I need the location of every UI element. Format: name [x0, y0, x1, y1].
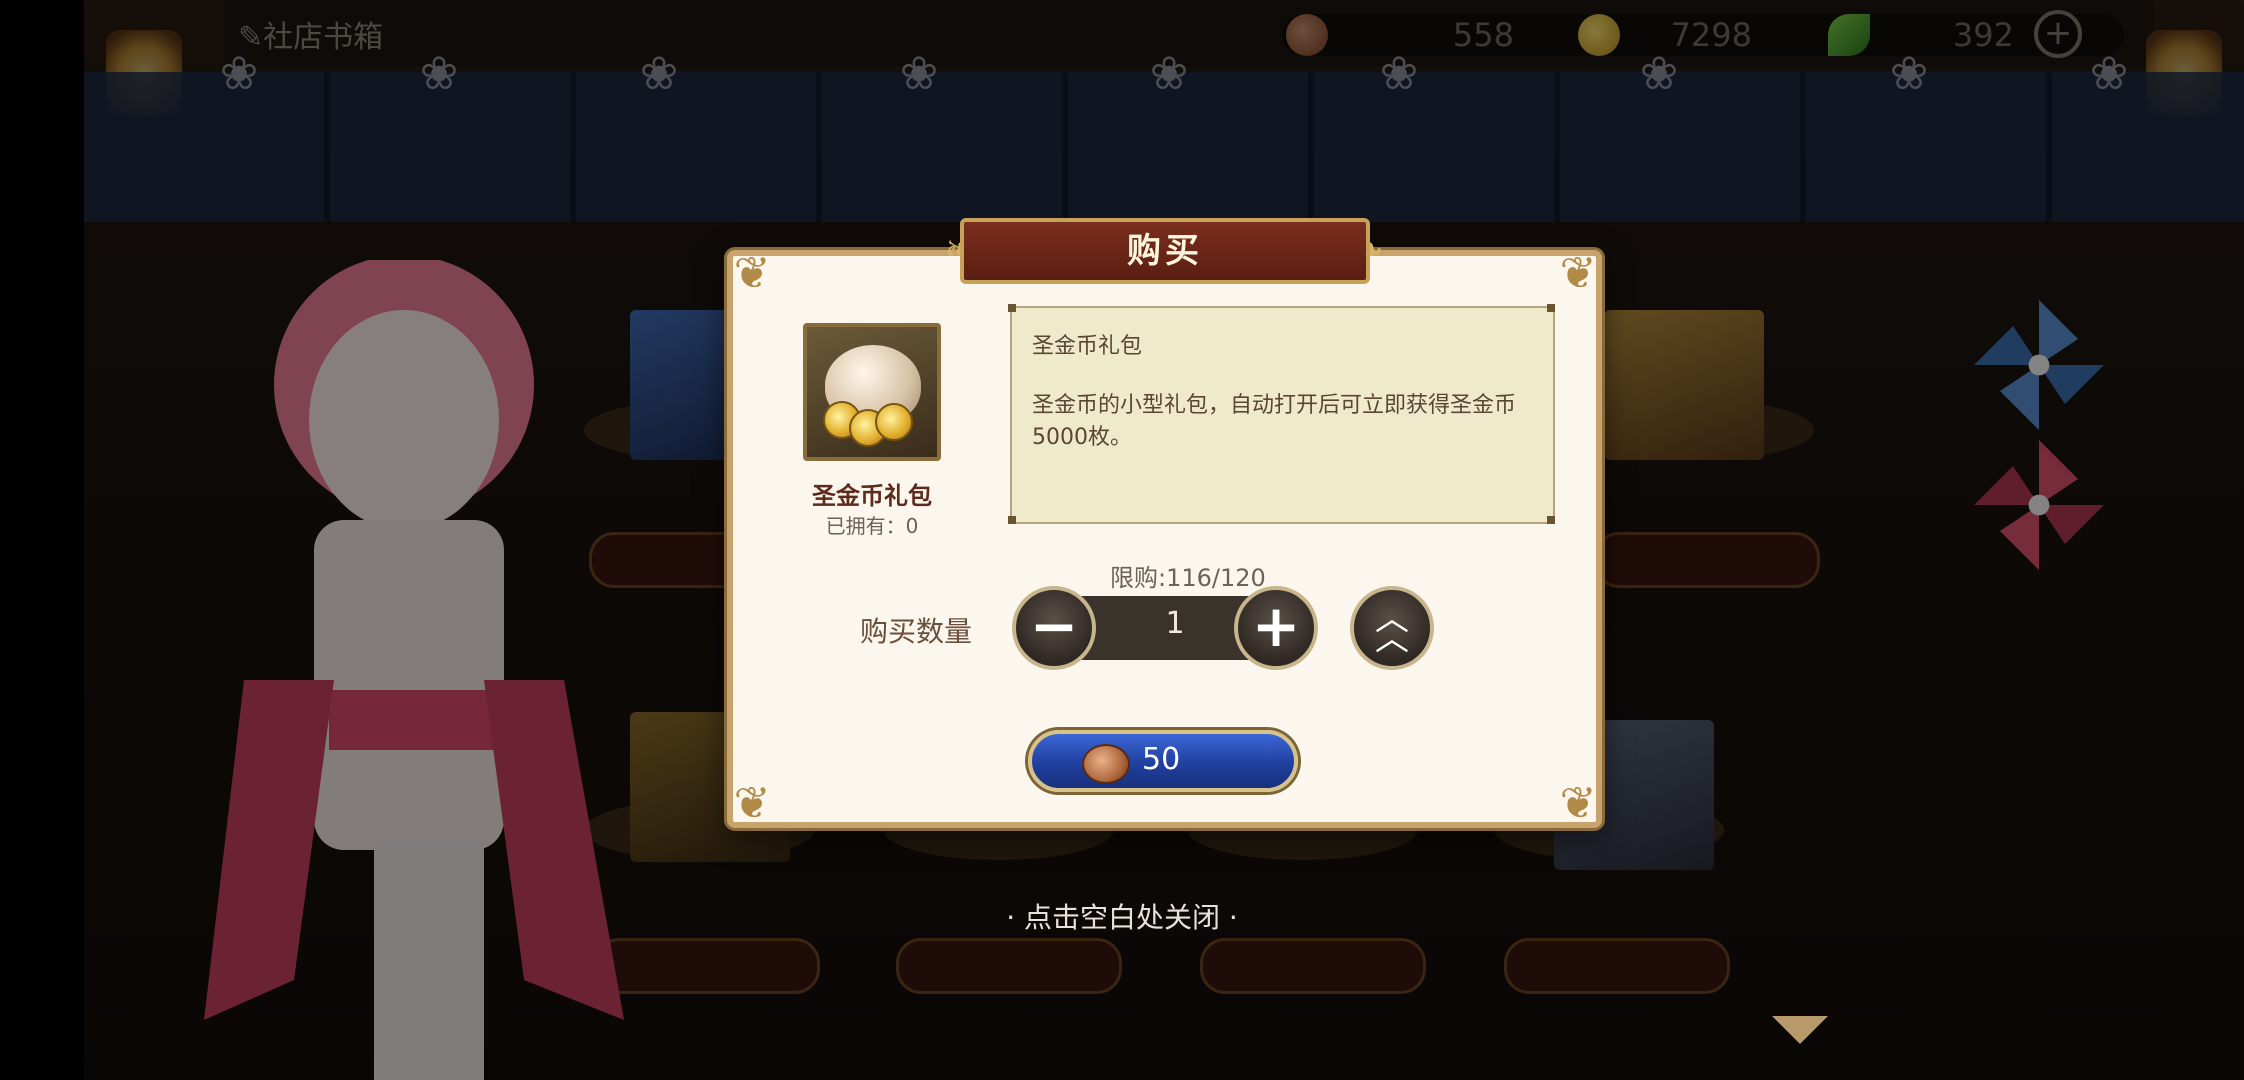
buy-button[interactable]: 50 [1028, 730, 1298, 792]
desc-corner [1008, 516, 1016, 524]
corner-ornament-icon: ❦ [1559, 778, 1597, 829]
corner-ornament-icon: ❦ [733, 248, 771, 299]
gold-coin-icon [875, 403, 913, 441]
corner-ornament-icon: ❦ [733, 778, 771, 829]
scroll-down-icon[interactable] [1772, 1016, 1828, 1044]
description-text: 圣金币的小型礼包，自动打开后可立即获得圣金币5000枚。 [1032, 393, 1517, 450]
increase-button[interactable]: + [1234, 586, 1318, 670]
plus-icon: + [1251, 592, 1301, 660]
description-title: 圣金币礼包 [1032, 334, 1143, 359]
copper-coin-icon [1082, 744, 1130, 784]
corner-ornament-icon: ❦ [1559, 248, 1597, 299]
decrease-button[interactable]: − [1012, 586, 1096, 670]
double-chevron-up-icon: ︿ ︿ [1375, 599, 1409, 659]
desc-corner [1547, 304, 1555, 312]
close-hint: · 点击空白处关闭 · [1006, 901, 1238, 934]
purchase-limit: 限购:116/120 [1110, 564, 1266, 592]
item-name: 圣金币礼包 [812, 482, 932, 510]
dialog-title: 购买 [960, 218, 1370, 284]
item-icon-frame [803, 323, 941, 461]
buy-price: 50 [1142, 742, 1181, 777]
owned-count: 已拥有：0 [825, 514, 919, 538]
desc-corner [1008, 304, 1016, 312]
minus-icon: − [1029, 592, 1079, 660]
quantity-label: 购买数量 [860, 615, 973, 648]
max-quantity-button[interactable]: ︿ ︿ [1350, 586, 1434, 670]
desc-corner [1547, 516, 1555, 524]
